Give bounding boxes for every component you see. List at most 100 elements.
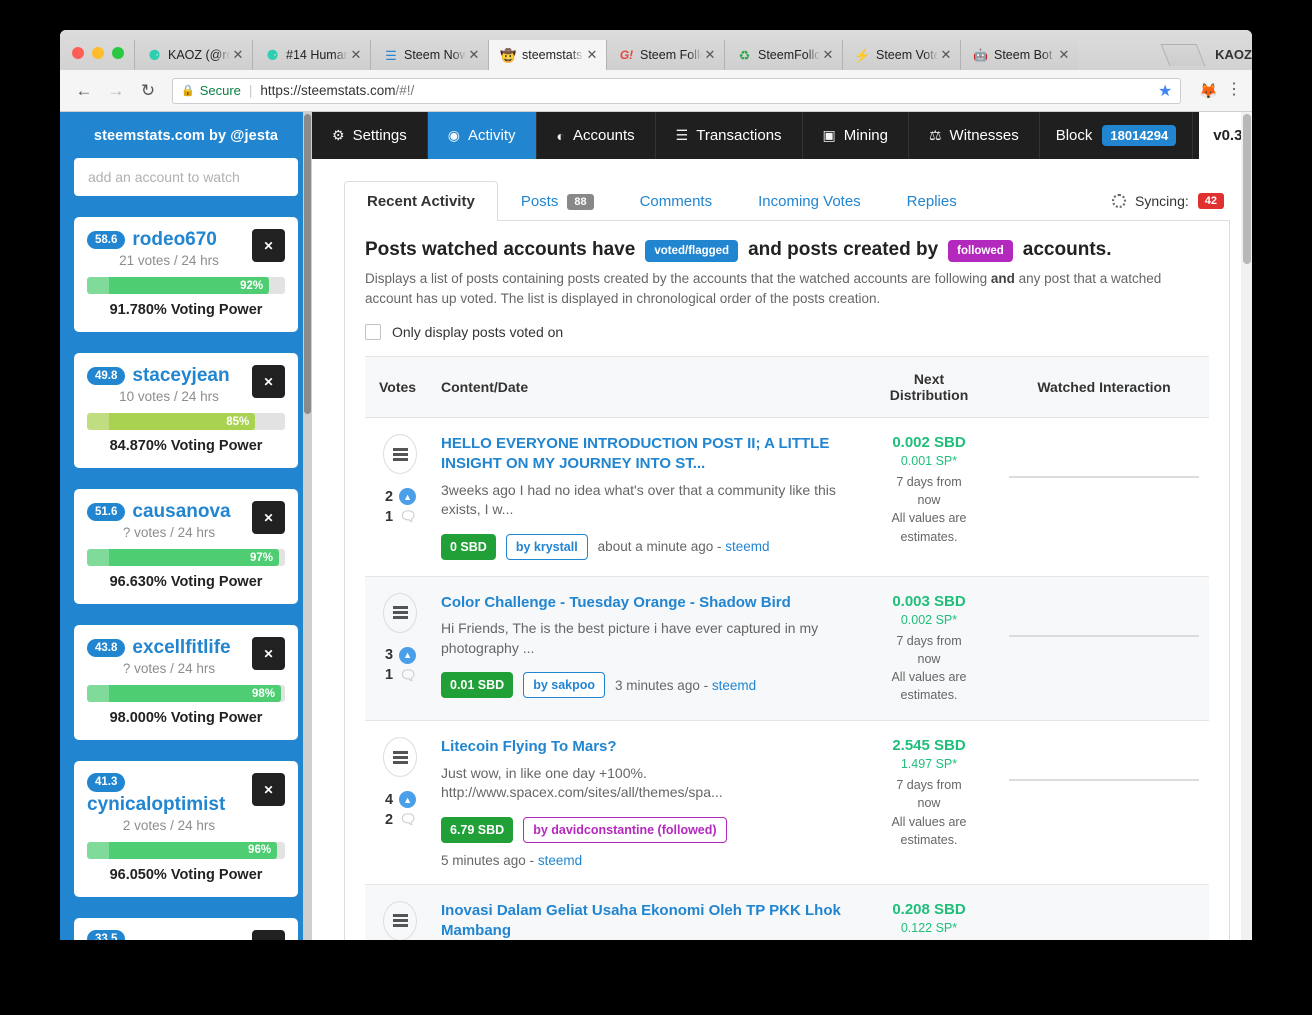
main-column: ⚙ Settings ◉ Activity ◐ Accounts ☰ Transactions… [312,112,1252,940]
post-title-link[interactable]: Litecoin Flying To Mars? [441,737,849,757]
browser-tab-close-icon[interactable]: ✕ [230,47,246,63]
close-window-button[interactable] [72,47,84,59]
window-controls[interactable] [60,47,134,70]
remove-account-button[interactable]: ✕ [252,365,285,398]
tab-list: ⚈KAOZ (@rode✕⚈#14 Humans✕☰Steem Now✕🤠ste… [134,40,1161,70]
remove-account-button[interactable]: ✕ [252,773,285,806]
watched-interaction-cell [999,418,1209,577]
post-type-icon [383,900,417,940]
upvote-count: 4 [385,791,394,808]
comment-icon: 🗨 [399,666,417,683]
remove-account-button[interactable]: ✕ [252,929,285,940]
only-voted-filter[interactable]: Only display posts voted on [365,324,1209,341]
watched-account-card[interactable]: 51.6 causanova? votes / 24 hrs ✕ 97% 96.630%… [74,489,298,604]
page-scrollbar[interactable] [1241,112,1252,940]
sidebar-scrollbar-thumb[interactable] [304,114,311,414]
tab-label: Recent Activity [367,193,475,210]
bookmark-star-icon[interactable]: ★ [1158,81,1172,101]
back-button[interactable]: ← [70,77,98,105]
watched-account-card[interactable]: 33.5 ✕ [74,917,298,940]
nav-item-settings[interactable]: ⚙ Settings [312,112,428,159]
next-sbd: 0.003 SBD [892,592,966,610]
scales-icon: ⚖ [928,127,942,143]
post-meta: 0 SBD by krystall about a minute ago - ste… [441,533,849,560]
sidebar-scrollbar[interactable] [303,112,312,940]
watched-account-card[interactable]: 41.3 cynicaloptimist 2 votes / 24 hrs ✕ 96% 9… [74,761,298,897]
remove-account-button[interactable]: ✕ [252,229,285,262]
browser-tab-6[interactable]: ⚡ Steem Voter ✕ [842,40,960,70]
nav-item-mining[interactable]: ▣ Mining [803,112,909,159]
nav-item-accounts[interactable]: ◐ Accounts [537,112,656,159]
browser-tab-1[interactable]: ⚈ #14 Humans✕ [252,40,370,70]
post-author-badge[interactable]: by krystall [505,533,588,560]
add-account-input[interactable] [74,158,298,196]
upvote-icon[interactable]: ▲ [399,646,417,664]
post-author-badge[interactable]: by sakpoo [523,672,606,699]
maximize-window-button[interactable] [112,47,124,59]
upvote-icon[interactable]: ▲ [399,791,417,809]
account-name[interactable]: excellfitlife [132,637,230,659]
account-name[interactable]: rodeo670 [132,229,216,251]
browser-profile-name[interactable]: KAOZ [1215,47,1252,62]
table-row[interactable]: 3▲2🗨 Inovasi Dalam Geliat Usaha Ekonomi O… [365,884,1209,940]
browser-menu-icon[interactable]: ⋮ [1226,82,1242,98]
post-author-badge[interactable]: by davidconstantine (followed) [523,816,727,843]
voting-power-bar: 92% [87,277,285,294]
nav-item-activity[interactable]: ◉ Activity [427,112,537,159]
tab-posts[interactable]: Posts 88 [498,181,617,221]
table-row[interactable]: 4 ▲ 2 🗨 Litecoin Flying To Mars? Just wow, in… [365,721,1209,885]
url-domain: https://steemstats.com [260,83,396,98]
watched-account-card[interactable]: 58.6 rodeo670 21 votes / 24 hrs ✕ 92% 91.780%… [74,217,298,332]
voting-power-label: 91.780% Voting Power [109,302,263,318]
upvote-icon[interactable]: ▲ [399,488,417,506]
browser-tab-close-icon[interactable]: ✕ [466,47,482,63]
browser-tab-close-icon[interactable]: ✕ [938,47,954,63]
browser-tab-3[interactable]: 🤠 steemstats - ✕ [488,40,606,70]
browser-tab-0[interactable]: ⚈ KAOZ (@rode✕ [134,40,252,70]
browser-tab-close-icon[interactable]: ✕ [820,47,836,63]
address-bar[interactable]: 🔒 Secure | https://steemstats.com/#!/ ★ [172,77,1182,104]
watched-account-card[interactable]: 43.8 excellfitlife? votes / 24 hrs ✕ 98% 98.… [74,625,298,740]
steemnow-icon: ☰ [385,47,397,63]
next-distribution-cell: 0.208 SBD0.122 SP*7 days fromnowAll valu… [859,884,999,940]
browser-tab-2[interactable]: ☰ Steem Now ✕ [370,40,488,70]
remove-account-button[interactable]: ✕ [252,637,285,670]
next-distribution-cell: 0.003 SBD 0.002 SP* 7 days from now All valu… [859,576,999,721]
tab-comments[interactable]: Comments [617,181,736,221]
post-title-link[interactable]: Inovasi Dalam Geliat Usaha Ekonomi Oleh … [441,901,849,940]
browser-tab-close-icon[interactable]: ✕ [1056,47,1072,63]
remove-account-button[interactable]: ✕ [252,501,285,534]
header-votes: Votes [365,356,431,419]
browser-tab-close-icon[interactable]: ✕ [584,47,600,63]
tab-incoming-votes[interactable]: Incoming Votes [735,181,884,221]
post-source-link[interactable]: steemd [725,539,769,554]
account-name[interactable]: causanova [132,501,230,523]
table-row[interactable]: 3 ▲ 1 🗨 Color Challenge - Tuesday Orange - S… [365,576,1209,721]
tab-recent-activity[interactable]: Recent Activity [344,181,498,221]
extension-icon[interactable]: 🦊 [1199,82,1218,100]
reload-button[interactable]: ↻ [134,77,162,105]
browser-tab-title: Steem Bot Tr [994,48,1056,62]
minimize-window-button[interactable] [92,47,104,59]
watched-account-card[interactable]: 49.8 staceyjean 10 votes / 24 hrs ✕ 85% 84.87… [74,353,298,468]
nav-item-transactions[interactable]: ☰ Transactions [656,112,803,159]
browser-tab-7[interactable]: 🤖 Steem Bot Tr✕ [960,40,1078,70]
nav-item-witnesses[interactable]: ⚖ Witnesses [909,112,1040,159]
post-source-link[interactable]: steemd [538,853,582,868]
sync-count-badge: 42 [1197,193,1224,209]
tab-replies[interactable]: Replies [884,181,980,221]
post-title-link[interactable]: Color Challenge - Tuesday Orange - Shado… [441,593,849,613]
browser-tab-close-icon[interactable]: ✕ [348,47,364,63]
post-source-link[interactable]: steemd [712,678,756,693]
page-scrollbar-thumb[interactable] [1243,114,1251,264]
only-voted-checkbox[interactable] [365,324,381,341]
account-name[interactable]: staceyjean [132,365,229,387]
browser-tab-5[interactable]: ♻ SteemFollowe✕ [724,40,842,70]
new-tab-button[interactable] [1160,44,1206,66]
lock-icon: 🔒 [181,85,195,97]
browser-tab-4[interactable]: G! Steem Follow✕ [606,40,724,70]
forward-button[interactable]: → [102,77,130,105]
table-row[interactable]: 2 ▲ 1 🗨 HELLO EVERYONE INTRODUCTION POST II;… [365,418,1209,577]
post-title-link[interactable]: HELLO EVERYONE INTRODUCTION POST II; A L… [441,434,849,475]
browser-tab-close-icon[interactable]: ✕ [702,47,718,63]
